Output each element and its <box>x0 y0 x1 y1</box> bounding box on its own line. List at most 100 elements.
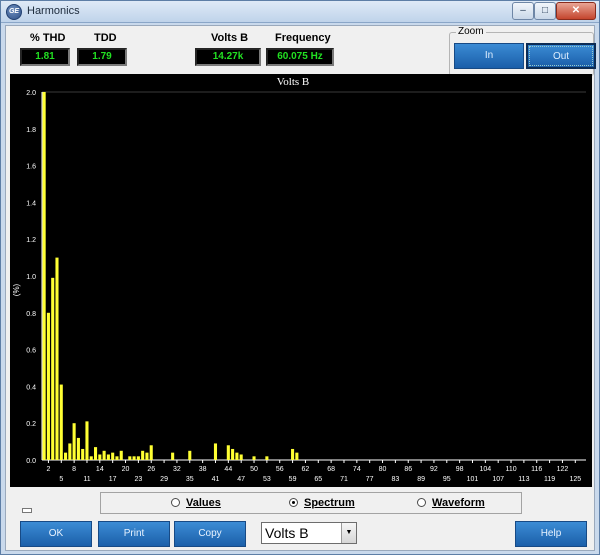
x-tick-label: 56 <box>276 466 284 473</box>
x-tick-label: 29 <box>160 476 168 483</box>
y-tick-label: 0.6 <box>26 348 36 355</box>
tdd-value: 1.79 <box>77 48 127 66</box>
x-tick-label: 86 <box>404 466 412 473</box>
harmonic-bar <box>171 452 175 460</box>
volts-label: Volts B <box>211 32 249 44</box>
y-tick-label: 1.4 <box>26 200 36 207</box>
values-radio-label: Values <box>186 497 221 509</box>
x-tick-label: 5 <box>59 476 63 483</box>
close-button[interactable]: ✕ <box>556 2 596 20</box>
zoom-legend: Zoom <box>456 26 486 37</box>
harmonic-bar <box>89 456 93 460</box>
chart-title: Volts B <box>277 76 310 88</box>
y-axis-label: (%) <box>12 283 21 296</box>
x-tick-label: 35 <box>186 476 194 483</box>
x-tick-label: 50 <box>250 466 258 473</box>
x-tick-label: 32 <box>173 466 181 473</box>
spectrum-svg: Volts B 0.0 0.2 0.4 0.6 0.8 1.0 1.2 1.4 1.6 1.8 2.0… <box>12 76 586 483</box>
harmonic-bar <box>188 450 192 460</box>
spectrum-radio-dot <box>289 498 298 507</box>
x-tick-label: 20 <box>122 466 130 473</box>
x-tick-label: 116 <box>531 466 542 473</box>
channel-select[interactable]: Volts B ▼ <box>261 522 357 544</box>
waveform-radio[interactable]: Waveform <box>417 497 485 509</box>
x-tick-label: 14 <box>96 466 104 473</box>
y-tick-label: 2.0 <box>26 90 36 97</box>
harmonic-bar <box>42 92 46 460</box>
y-tick-label: 0.4 <box>26 384 36 391</box>
harmonic-bar <box>72 423 76 460</box>
minimize-button[interactable]: – <box>512 2 534 20</box>
harmonic-bar <box>102 450 106 460</box>
y-tick-label: 1.6 <box>26 164 36 171</box>
x-tick-label: 23 <box>134 476 142 483</box>
spectrum-radio-label: Spectrum <box>304 497 355 509</box>
volts-value: 14.27k <box>195 48 261 66</box>
harmonic-bar <box>106 454 110 460</box>
y-tick-label: 1.0 <box>26 274 36 281</box>
harmonics-window: GE Harmonics – □ ✕ % THD 1.81 TDD 1.79 V… <box>0 0 600 555</box>
harmonic-bar <box>226 445 230 460</box>
harmonic-bar <box>76 437 80 460</box>
harmonic-bar <box>235 452 239 460</box>
spectrum-radio[interactable]: Spectrum <box>289 497 355 509</box>
spectrum-chart: Volts B 0.0 0.2 0.4 0.6 0.8 1.0 1.2 1.4 1.6 1.8 2.0… <box>10 74 592 487</box>
harmonic-bar <box>81 448 85 460</box>
print-button[interactable]: Print <box>98 521 170 547</box>
y-tick-label: 0.8 <box>26 311 36 318</box>
harmonic-bar <box>145 452 149 460</box>
chevron-down-icon[interactable]: ▼ <box>341 523 356 543</box>
x-tick-label: 104 <box>479 466 491 473</box>
harmonic-bar <box>136 456 140 460</box>
harmonic-bar <box>141 450 145 460</box>
frequency-value: 60.075 Hz <box>266 48 334 66</box>
values-radio[interactable]: Values <box>171 497 221 509</box>
x-tick-label: 98 <box>456 466 464 473</box>
x-tick-label: 95 <box>443 476 451 483</box>
help-button[interactable]: Help <box>515 521 587 547</box>
x-tick-label: 80 <box>379 466 387 473</box>
small-checkbox[interactable] <box>22 508 32 513</box>
zoom-out-button[interactable]: Out <box>526 43 596 69</box>
channel-select-value: Volts B <box>265 525 309 541</box>
maximize-button[interactable]: □ <box>534 2 556 20</box>
y-tick-label: 1.8 <box>26 127 36 134</box>
harmonic-bar <box>115 456 119 460</box>
x-tick-label: 38 <box>199 466 207 473</box>
window-title: Harmonics <box>27 5 80 17</box>
harmonic-bar <box>239 454 243 460</box>
x-tick-label: 125 <box>569 476 581 483</box>
ok-button[interactable]: OK <box>20 521 92 547</box>
x-tick-label: 101 <box>467 476 479 483</box>
harmonic-bar <box>265 456 269 460</box>
x-tick-label: 26 <box>147 466 155 473</box>
x-tick-label: 41 <box>212 476 220 483</box>
zoom-in-button[interactable]: In <box>454 43 524 69</box>
harmonic-bar <box>149 445 153 460</box>
display-mode-group: Values Spectrum Waveform <box>100 492 522 514</box>
frequency-label: Frequency <box>275 32 331 44</box>
harmonic-bar <box>94 447 98 460</box>
thd-value: 1.81 <box>20 48 70 66</box>
x-tick-label: 53 <box>263 476 271 483</box>
client-area: % THD 1.81 TDD 1.79 Volts B 14.27k Frequ… <box>5 25 596 551</box>
harmonic-bar <box>291 448 295 460</box>
harmonic-bar <box>68 443 72 460</box>
x-tick-label: 71 <box>340 476 348 483</box>
x-tick-label: 122 <box>557 466 569 473</box>
x-tick-label: 11 <box>83 476 90 483</box>
x-tick-label: 59 <box>289 476 297 483</box>
harmonic-bar <box>111 452 115 460</box>
harmonic-bar <box>132 456 136 460</box>
x-tick-label: 110 <box>505 466 516 473</box>
x-tick-label: 89 <box>417 476 425 483</box>
x-tick-label: 83 <box>391 476 399 483</box>
harmonic-bar <box>51 277 55 460</box>
x-tick-label: 119 <box>544 476 555 483</box>
values-radio-dot <box>171 498 180 507</box>
harmonic-bar <box>213 443 218 460</box>
harmonic-bar <box>64 452 68 460</box>
tdd-label: TDD <box>94 32 117 44</box>
waveform-radio-label: Waveform <box>432 497 485 509</box>
copy-button[interactable]: Copy <box>174 521 246 547</box>
